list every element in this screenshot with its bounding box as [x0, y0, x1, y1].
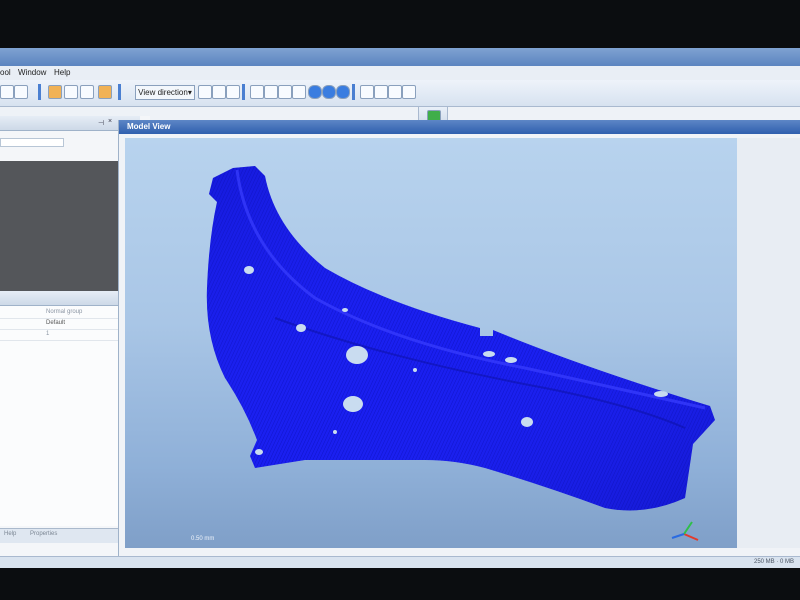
3d-viewport[interactable]: 0.50 mm [125, 138, 737, 548]
tab-help[interactable]: Help [4, 531, 16, 537]
layout-single-icon[interactable] [360, 85, 374, 99]
layout-split-icon[interactable] [374, 85, 388, 99]
window-title-bar [0, 48, 800, 66]
sphere-icon[interactable] [308, 85, 322, 99]
part-shading [206, 166, 715, 511]
cube-icon[interactable] [250, 85, 264, 99]
view-fit-icon[interactable] [198, 85, 212, 99]
memory-status: 250 MB · 0 MB [753, 559, 794, 565]
toolbar-separator [118, 84, 121, 100]
menu-tool[interactable]: ool [0, 68, 11, 77]
close-icon[interactable]: × [108, 118, 112, 125]
model-view-panel: Model View 0.50 mm [118, 120, 800, 562]
toolbar-separator [242, 84, 245, 100]
tab-properties[interactable]: Properties [30, 531, 57, 537]
model-view-title: Model View [119, 120, 800, 134]
scanned-part-mesh[interactable] [125, 138, 737, 548]
zoom-out-icon[interactable] [226, 85, 240, 99]
menu-window[interactable]: Window [18, 68, 46, 77]
viewport-margin [737, 138, 800, 548]
layout-horizontal-icon[interactable] [388, 85, 402, 99]
color-map-icon[interactable] [80, 85, 94, 99]
cube-wire-icon[interactable] [264, 85, 278, 99]
status-bar: 250 MB · 0 MB [0, 556, 800, 568]
main-toolbar: View direction▾ [0, 80, 800, 107]
shading-icon[interactable] [292, 85, 306, 99]
measure-icon[interactable] [64, 85, 78, 99]
hand-icon[interactable] [98, 85, 112, 99]
cone-icon[interactable] [278, 85, 292, 99]
menu-bar: ool Window Help [0, 66, 800, 80]
zoom-icon[interactable] [212, 85, 226, 99]
pin-icon[interactable]: ⊣ [98, 119, 104, 127]
layout-quad-icon[interactable] [402, 85, 416, 99]
tool-button-icon[interactable] [0, 85, 14, 99]
menu-help[interactable]: Help [54, 68, 70, 77]
panel-search-field[interactable] [0, 138, 64, 147]
view-direction-dropdown[interactable]: View direction▾ [135, 85, 195, 100]
toolbar-separator [352, 84, 355, 100]
select-icon[interactable] [48, 85, 62, 99]
tool-button-icon[interactable] [14, 85, 28, 99]
toolbar-separator [38, 84, 41, 100]
sphere-alt-icon[interactable] [336, 85, 350, 99]
sphere-solid-icon[interactable] [322, 85, 336, 99]
application-window: ool Window Help View direction▾ ⊣ × Norm… [0, 48, 800, 568]
axis-triad-icon [671, 521, 699, 541]
scale-label: 0.50 mm [191, 536, 215, 542]
